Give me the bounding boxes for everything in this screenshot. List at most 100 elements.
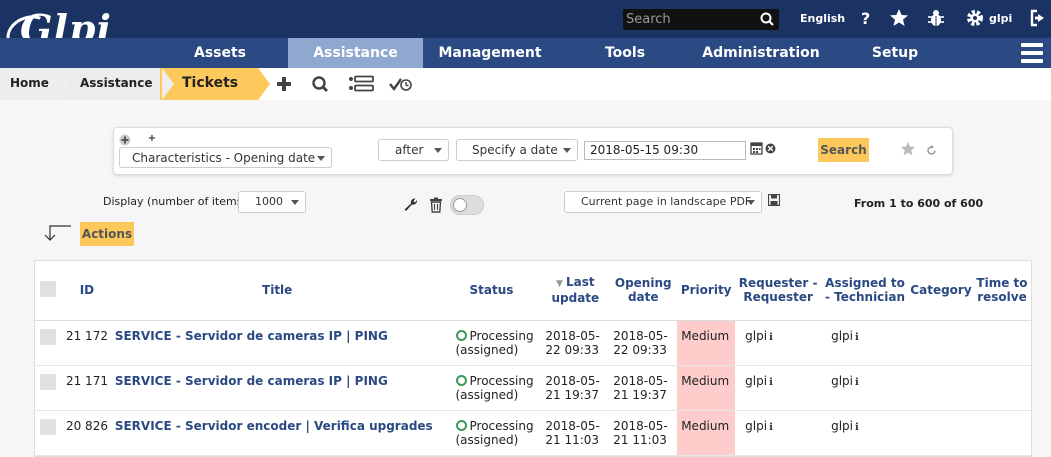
info-icon[interactable]: ℹ bbox=[769, 332, 773, 343]
last-update-date: 2018-05- bbox=[545, 418, 600, 433]
actions-button[interactable]: Actions bbox=[80, 222, 134, 246]
nav-assistance[interactable]: Assistance bbox=[288, 38, 423, 68]
display-count-label: Display (number of items) bbox=[103, 195, 247, 208]
info-icon[interactable]: ℹ bbox=[855, 422, 859, 433]
list-icon[interactable] bbox=[347, 75, 375, 93]
nav-management[interactable]: Management bbox=[430, 38, 550, 68]
requester-name[interactable]: glpi bbox=[745, 374, 767, 388]
breadcrumb-home-label: Home bbox=[10, 76, 49, 90]
table-row: 21 171 SERVICE - Servidor de cameras IP … bbox=[35, 365, 1031, 411]
global-search bbox=[623, 9, 779, 30]
info-icon[interactable]: ℹ bbox=[769, 422, 773, 433]
row-checkbox[interactable] bbox=[40, 328, 56, 345]
trash-icon[interactable] bbox=[429, 197, 443, 213]
header-time-to-resolve[interactable]: Time to resolve bbox=[972, 261, 1031, 321]
breadcrumb-home[interactable]: Home bbox=[0, 68, 70, 100]
ticket-title-link[interactable]: SERVICE - Servidor de cameras IP | PING bbox=[115, 374, 388, 388]
calendar-icon[interactable] bbox=[750, 141, 763, 155]
star-icon[interactable] bbox=[889, 8, 909, 28]
ticket-title-link[interactable]: SERVICE - Servidor de cameras IP | PING bbox=[115, 329, 388, 343]
menu-hamburger-icon[interactable] bbox=[1021, 43, 1043, 63]
info-icon[interactable]: ℹ bbox=[769, 377, 773, 388]
search-icon[interactable] bbox=[760, 12, 774, 26]
info-icon[interactable]: ℹ bbox=[855, 332, 859, 343]
criteria-date-input[interactable]: 2018-05-15 09:30 bbox=[584, 141, 746, 160]
nav-assets[interactable]: Assets bbox=[180, 38, 260, 68]
global-search-input[interactable] bbox=[626, 10, 754, 29]
add-icon[interactable] bbox=[273, 75, 295, 93]
wrench-icon[interactable] bbox=[403, 197, 419, 213]
save-search-star-icon[interactable] bbox=[900, 141, 916, 157]
nav-administration[interactable]: Administration bbox=[700, 38, 822, 68]
criteria-date-mode-select[interactable]: Specify a date bbox=[456, 139, 578, 161]
header-opening-date[interactable]: Opening date bbox=[609, 261, 678, 321]
row-checkbox[interactable] bbox=[40, 418, 56, 435]
nav-setup[interactable]: Setup bbox=[860, 38, 930, 68]
status-subtext: (assigned) bbox=[455, 342, 519, 357]
header-technician[interactable]: Assigned to - Technician bbox=[821, 261, 909, 321]
help-icon[interactable]: ? bbox=[856, 8, 876, 28]
trash-toggle[interactable] bbox=[450, 195, 484, 215]
bug-icon[interactable] bbox=[926, 8, 946, 28]
technician-name[interactable]: glpi bbox=[831, 329, 853, 343]
logout-icon[interactable] bbox=[1029, 8, 1049, 28]
requester-name[interactable]: glpi bbox=[745, 419, 767, 433]
ticket-title-link[interactable]: SERVICE - Servidor encoder | Verifica up… bbox=[115, 419, 433, 433]
select-all-checkbox[interactable] bbox=[39, 280, 56, 297]
ticket-id: 21 171 bbox=[60, 365, 113, 411]
search-button[interactable]: Search bbox=[818, 138, 869, 162]
breadcrumb-tickets-label: Tickets bbox=[182, 75, 239, 91]
gear-icon[interactable] bbox=[965, 8, 985, 28]
status-processing-icon bbox=[455, 419, 467, 431]
header-requester[interactable]: Requester - Requester bbox=[735, 261, 822, 321]
reset-search-icon[interactable] bbox=[926, 145, 937, 156]
criteria-operator-value: after bbox=[395, 143, 424, 157]
criteria-date-mode-value: Specify a date bbox=[472, 143, 558, 157]
row-checkbox[interactable] bbox=[40, 373, 56, 390]
check-clock-icon[interactable] bbox=[389, 75, 413, 93]
header-last-update[interactable]: ▼ Last update bbox=[541, 261, 610, 321]
priority-cell: Medium bbox=[677, 365, 736, 411]
priority-cell: Medium bbox=[677, 410, 736, 456]
opening-time: 21 19:37 bbox=[613, 387, 667, 402]
opening-date-cell: 2018-05- 21 11:03 bbox=[609, 410, 678, 456]
category-cell bbox=[908, 410, 973, 456]
arrow-down-left-icon bbox=[44, 225, 71, 241]
technician-name[interactable]: glpi bbox=[831, 374, 853, 388]
criteria-field-select[interactable]: Characteristics - Opening date bbox=[119, 147, 332, 168]
info-icon[interactable]: ℹ bbox=[855, 377, 859, 388]
add-group-icon[interactable] bbox=[119, 134, 131, 146]
add-criterion-button[interactable]: + bbox=[146, 134, 158, 146]
svg-text:?: ? bbox=[861, 9, 870, 28]
header-title[interactable]: Title bbox=[112, 261, 442, 321]
status-text: Processing bbox=[469, 328, 534, 343]
language-selector[interactable]: English bbox=[800, 12, 845, 25]
priority-cell: Medium bbox=[677, 320, 736, 366]
criteria-field-value: Characteristics - Opening date bbox=[132, 151, 316, 165]
status-subtext: (assigned) bbox=[455, 432, 519, 447]
tickets-table: ID Title Status ▼ Last update Opening dat… bbox=[34, 260, 1032, 457]
header-id[interactable]: ID bbox=[60, 261, 113, 321]
display-count-select[interactable]: 1000 bbox=[238, 191, 306, 213]
breadcrumb-assistance-label: Assistance bbox=[80, 76, 153, 90]
status-text: Processing bbox=[469, 373, 534, 388]
header-status[interactable]: Status bbox=[441, 261, 542, 321]
technician-name[interactable]: glpi bbox=[831, 419, 853, 433]
criteria-operator-select[interactable]: after bbox=[378, 139, 449, 161]
table-row: 20 826 SERVICE - Servidor encoder | Veri… bbox=[35, 410, 1031, 456]
breadcrumb-assistance[interactable]: Assistance bbox=[58, 68, 174, 100]
clear-date-icon[interactable] bbox=[765, 143, 776, 154]
breadcrumb-tickets[interactable]: Tickets bbox=[160, 68, 270, 100]
user-name[interactable]: glpi bbox=[989, 12, 1012, 25]
header-priority[interactable]: Priority bbox=[677, 261, 736, 321]
header-select-all[interactable] bbox=[35, 261, 61, 321]
opening-date: 2018-05- bbox=[613, 418, 668, 433]
header-category[interactable]: Category bbox=[908, 261, 973, 321]
requester-name[interactable]: glpi bbox=[745, 329, 767, 343]
export-select[interactable]: Current page in landscape PDF bbox=[564, 191, 762, 213]
ticket-id: 21 172 bbox=[60, 320, 113, 366]
save-export-icon[interactable] bbox=[768, 194, 780, 206]
breadcrumb: Home Assistance Tickets bbox=[0, 68, 1051, 100]
search-icon[interactable] bbox=[309, 75, 331, 93]
nav-tools[interactable]: Tools bbox=[585, 38, 665, 68]
